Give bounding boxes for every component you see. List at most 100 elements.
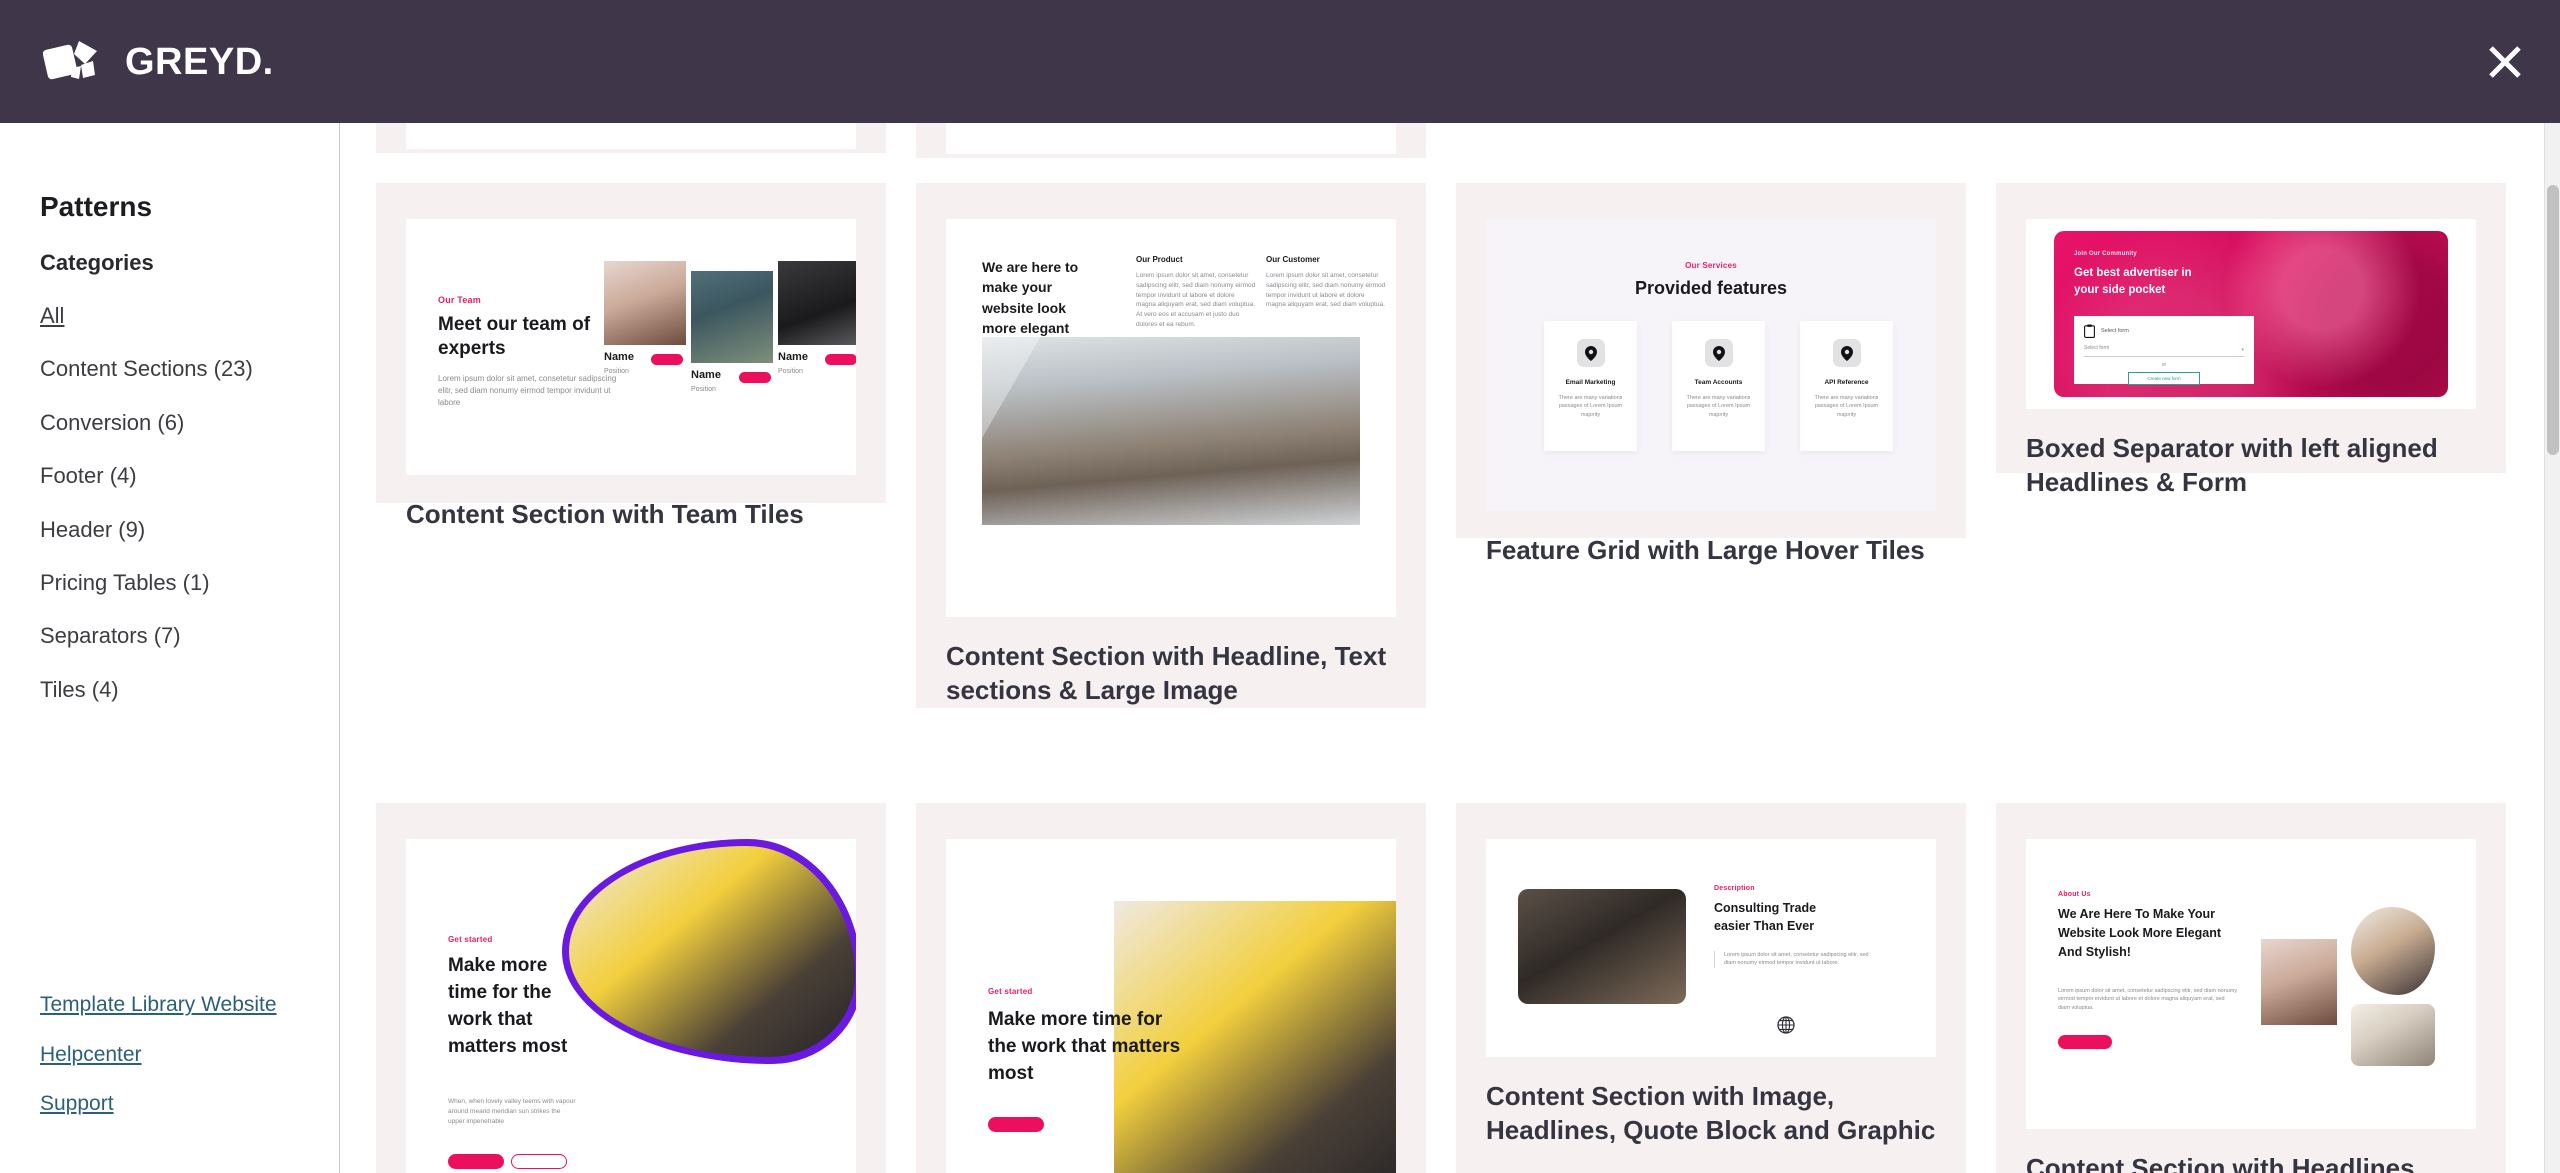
sidebar-item-content-sections[interactable]: Content Sections (23) xyxy=(40,356,253,382)
preview-tile-title: Team Accounts xyxy=(1694,379,1743,386)
list-item: Tiles (4) xyxy=(40,677,339,730)
preview-headline: Consulting Trade easier Than Ever xyxy=(1714,901,1817,934)
pattern-card-title: Content Section with Image, Headlines, Q… xyxy=(1486,1081,1936,1146)
close-button[interactable] xyxy=(2475,32,2535,92)
pattern-card-boxed-separator[interactable]: Join Our Community Get best advertiser i… xyxy=(1996,183,2506,497)
preview-form-label: Select form xyxy=(2101,327,2129,334)
preview-feature-tile: API Reference There are many variations … xyxy=(1800,321,1893,451)
preview-primary-button xyxy=(448,1154,504,1169)
categories-heading: Categories xyxy=(40,249,154,275)
preview-secondary-button xyxy=(511,1154,567,1169)
preview-headline: We are here to make your website look mo… xyxy=(982,259,1079,336)
list-item: Footer (4) xyxy=(40,463,339,516)
list-item: Pricing Tables (1) xyxy=(40,570,339,623)
sidebar-item-header[interactable]: Header (9) xyxy=(40,517,145,543)
preview-image xyxy=(982,337,1360,525)
pattern-card-partial-mid[interactable] xyxy=(916,123,1426,158)
pattern-grid-scroll-area[interactable]: Our Team Meet our team of experts Lorem … xyxy=(341,123,2560,1173)
pattern-preview xyxy=(406,123,856,149)
preview-collage-image xyxy=(2261,939,2337,1025)
sidebar-item-separators[interactable]: Separators (7) xyxy=(40,623,181,649)
greyd-logo-icon xyxy=(43,40,97,79)
brand-name: GREYD. xyxy=(125,40,274,83)
preview-separator-box: Join Our Community Get best advertiser i… xyxy=(2054,231,2448,397)
page-title: Patterns xyxy=(40,191,153,222)
preview-avatar xyxy=(691,271,773,363)
sidebar-item-footer[interactable]: Footer (4) xyxy=(40,463,137,489)
preview-primary-button xyxy=(988,1117,1044,1132)
preview-image xyxy=(1518,889,1686,1004)
scrollbar-thumb[interactable] xyxy=(2547,185,2559,455)
preview-headline: Meet our team of experts xyxy=(438,314,591,359)
preview-body: When, when lovely valley teems with vapo… xyxy=(448,1098,576,1125)
preview-quote-graphic: Description Consulting Trade easier Than… xyxy=(1486,839,1936,1057)
sidebar-item-all[interactable]: All xyxy=(40,303,64,329)
pattern-card-image-collage[interactable]: About Us We Are Here To Make Your Websit… xyxy=(1996,803,2506,1173)
sidebar-item-conversion[interactable]: Conversion (6) xyxy=(40,410,184,436)
preview-column-title: Our Product xyxy=(1136,255,1183,264)
list-item: Content Sections (23) xyxy=(40,356,339,409)
preview-column-body: Lorem ipsum dolor sit amet, consetetur s… xyxy=(1266,272,1386,309)
preview-eyebrow: Our Team xyxy=(438,295,481,305)
list-item: Separators (7) xyxy=(40,623,339,676)
preview-collage-image xyxy=(2351,907,2435,995)
pattern-preview: Our Services Provided features Email Mar… xyxy=(1486,219,1936,511)
preview-headline: Get best advertiser in your side pocket xyxy=(2074,267,2192,296)
preview-headline-text-image: We are here to make your website look mo… xyxy=(946,219,1396,617)
preview-tile-body: There are many variations passages of Lo… xyxy=(1814,395,1879,418)
preview-member-name: Name xyxy=(778,351,808,363)
preview-eyebrow: Join Our Community xyxy=(2074,251,2137,257)
map-pin-icon xyxy=(1832,339,1861,367)
preview-avatar xyxy=(778,261,856,345)
preview-contact-button xyxy=(825,354,856,365)
preview-quote-block: Lorem ipsum dolor sit amet, consetetur s… xyxy=(1714,951,1874,968)
brand-logo: GREYD. xyxy=(43,37,274,87)
map-pin-icon xyxy=(1704,339,1733,367)
pattern-card-title: Feature Grid with Large Hover Tiles xyxy=(1486,535,1925,565)
vertical-scrollbar[interactable] xyxy=(2544,123,2560,1173)
preview-column-title: Our Customer xyxy=(1266,255,1320,264)
sidebar-item-tiles[interactable]: Tiles (4) xyxy=(40,677,119,703)
sidebar-footer-links: Template Library Website Helpcenter Supp… xyxy=(40,992,310,1116)
pattern-card-feature-grid[interactable]: Our Services Provided features Email Mar… xyxy=(1456,183,1966,565)
preview-headline: Make more time for the work that matters… xyxy=(988,1009,1181,1084)
preview-form-box: Select form Select form ▾ or Create new … xyxy=(2074,316,2254,385)
preview-member-name: Name xyxy=(691,369,721,381)
pattern-card-team-tiles[interactable]: Our Team Meet our team of experts Lorem … xyxy=(376,183,886,529)
sidebar-item-pricing-tables[interactable]: Pricing Tables (1) xyxy=(40,570,210,596)
preview-contact-button xyxy=(739,372,771,383)
link-support[interactable]: Support xyxy=(40,1091,310,1116)
preview-eyebrow: Our Services xyxy=(1685,261,1737,270)
preview-tile-body: There are many variations passages of Lo… xyxy=(1558,395,1623,418)
link-template-library-website[interactable]: Template Library Website xyxy=(40,992,310,1017)
preview-collage-image xyxy=(2351,1004,2435,1066)
pattern-preview xyxy=(946,123,1396,154)
preview-tile-body: There are many variations passages of Lo… xyxy=(1686,395,1751,418)
close-icon xyxy=(2489,45,2521,78)
sidebar: Patterns Categories All Content Sections… xyxy=(0,123,340,1173)
pattern-card-blob-image[interactable]: Get started Make more time for the work … xyxy=(376,803,886,1173)
preview-tile-title: Email Marketing xyxy=(1565,379,1616,386)
pattern-card-quote-graphic[interactable]: Description Consulting Trade easier Than… xyxy=(1456,803,1966,1173)
preview-headline: Provided features xyxy=(1634,278,1788,298)
preview-member-position: Position xyxy=(604,368,629,375)
pattern-preview: Get started Make more time for the work … xyxy=(406,839,856,1173)
pattern-card-large-image[interactable]: Get started Make more time for the work … xyxy=(916,803,1426,1173)
pattern-card-headline-text-large-image[interactable]: We are here to make your website look mo… xyxy=(916,183,1426,708)
pattern-preview: Join Our Community Get best advertiser i… xyxy=(2026,219,2476,409)
preview-form-divider: or xyxy=(2161,361,2167,368)
preview-primary-button xyxy=(2058,1035,2112,1049)
preview-member-position: Position xyxy=(778,368,803,375)
preview-headline: Make more time for the work that matters… xyxy=(448,955,568,1057)
link-helpcenter[interactable]: Helpcenter xyxy=(40,1042,310,1067)
preview-avatar xyxy=(604,261,686,345)
preview-team-tiles: Our Team Meet our team of experts Lorem … xyxy=(406,219,856,475)
pattern-preview: About Us We Are Here To Make Your Websit… xyxy=(2026,839,2476,1129)
preview-eyebrow: Get started xyxy=(988,987,1033,996)
preview-member-name: Name xyxy=(604,351,634,363)
pattern-card-title: Boxed Separator with left aligned Headli… xyxy=(2026,433,2438,498)
pattern-card-title: Content Section with Headlines, Text & I… xyxy=(2026,1153,2422,1173)
preview-eyebrow: About Us xyxy=(2058,891,2091,898)
pattern-preview: Our Team Meet our team of experts Lorem … xyxy=(406,219,856,475)
pattern-card-partial-left[interactable] xyxy=(376,123,886,153)
